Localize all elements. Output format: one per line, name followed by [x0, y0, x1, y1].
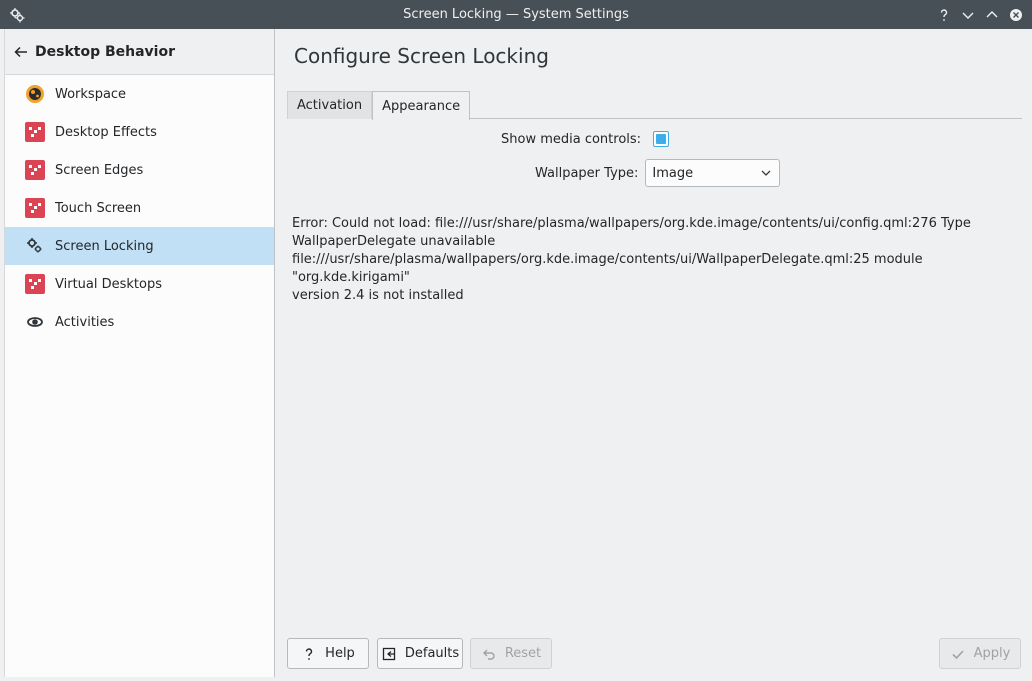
workspace-icon [25, 84, 45, 104]
wallpaper-type-select[interactable]: Image [645, 159, 781, 187]
screen-locking-icon [25, 236, 45, 256]
sidebar-item-label: Desktop Effects [55, 124, 157, 140]
sidebar-item-label: Screen Locking [55, 238, 154, 254]
close-button[interactable] [1004, 3, 1028, 27]
back-arrow-icon[interactable] [13, 44, 29, 60]
apply-button[interactable]: Apply [939, 638, 1021, 669]
close-icon [1010, 8, 1022, 21]
activities-icon [25, 312, 45, 332]
checkbox-checked-indicator [656, 134, 667, 144]
tab-bar: Activation Appearance [287, 90, 1022, 120]
virtual-desktops-icon [25, 274, 45, 294]
reset-button[interactable]: Reset [470, 638, 552, 669]
chevron-down-icon [962, 12, 974, 19]
minimize-button[interactable] [956, 3, 980, 27]
sidebar-item-label: Touch Screen [55, 200, 142, 216]
question-mark-icon [301, 646, 317, 662]
sidebar: Desktop Behavior Workspace Desktop Effec… [4, 29, 275, 677]
wallpaper-type-row: Wallpaper Type: Image [535, 159, 781, 187]
tab-appearance[interactable]: Appearance [372, 91, 471, 120]
defaults-icon [381, 646, 397, 662]
sidebar-item-label: Virtual Desktops [55, 276, 162, 292]
sidebar-item-workspace[interactable]: Workspace [5, 75, 274, 113]
maximize-button[interactable] [980, 3, 1004, 27]
question-mark-icon [940, 8, 948, 21]
wallpaper-type-label: Wallpaper Type: [535, 165, 639, 181]
chevron-down-icon [761, 170, 771, 176]
touch-screen-icon [25, 198, 45, 218]
sidebar-item-label: Workspace [55, 86, 127, 102]
window-title: Screen Locking — System Settings [403, 7, 629, 22]
settings-gear-icon[interactable] [9, 7, 25, 23]
wallpaper-type-value: Image [652, 165, 694, 181]
defaults-button-label: Defaults [404, 646, 460, 661]
sidebar-list: Workspace Desktop Effects Screen Edges T… [5, 75, 274, 341]
show-media-controls-row: Show media controls: [501, 131, 670, 147]
help-button-label: Help [325, 646, 355, 661]
sidebar-item-activities[interactable]: Activities [5, 303, 274, 341]
tab-activation[interactable]: Activation [287, 91, 373, 119]
help-button[interactable]: Help [287, 638, 369, 669]
reset-button-label: Reset [504, 646, 542, 661]
show-media-controls-label: Show media controls: [501, 131, 642, 147]
main-content: Configure Screen Locking Activation Appe… [274, 29, 1032, 681]
show-media-controls-checkbox[interactable] [653, 131, 670, 147]
screen-edges-icon [25, 160, 45, 180]
sidebar-item-touch-screen[interactable]: Touch Screen [5, 189, 274, 227]
page-title: Configure Screen Locking [294, 44, 549, 68]
sidebar-item-label: Activities [55, 314, 115, 330]
chevron-up-icon [986, 10, 998, 17]
sidebar-item-virtual-desktops[interactable]: Virtual Desktops [5, 265, 274, 303]
undo-icon [481, 646, 497, 662]
desktop-effects-icon [25, 122, 45, 142]
system-settings-window: Screen Locking — System Settings Desktop… [0, 0, 1032, 681]
sidebar-header-label: Desktop Behavior [35, 43, 175, 60]
checkmark-icon [950, 646, 966, 662]
sidebar-item-desktop-effects[interactable]: Desktop Effects [5, 113, 274, 151]
sidebar-item-screen-locking[interactable]: Screen Locking [5, 227, 274, 265]
sidebar-item-screen-edges[interactable]: Screen Edges [5, 151, 274, 189]
help-titlebar-button[interactable] [932, 3, 956, 27]
sidebar-item-label: Screen Edges [55, 162, 144, 178]
window-controls [932, 0, 1032, 29]
defaults-button[interactable]: Defaults [377, 638, 463, 669]
apply-button-label: Apply [973, 646, 1011, 661]
sidebar-back-header[interactable]: Desktop Behavior [5, 29, 274, 75]
title-bar[interactable]: Screen Locking — System Settings [0, 0, 1032, 29]
error-message: Error: Could not load: file:///usr/share… [292, 216, 971, 303]
